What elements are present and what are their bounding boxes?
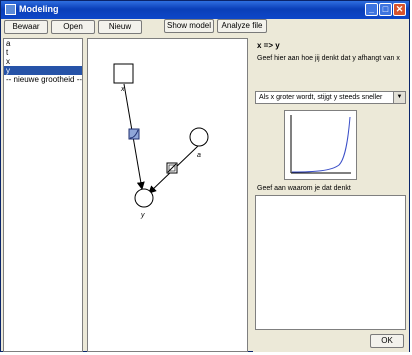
relation-question: Geef hier aan hoe jij denkt dat y afhang… [257,55,400,62]
relation-icon-a-y[interactable] [166,162,178,174]
app-window: Modeling _ □ ✕ Bewaar Open Nieuw Show mo… [0,0,410,352]
ok-button[interactable]: OK [370,334,404,348]
list-item-a[interactable]: a [4,39,82,48]
title-bar: Modeling _ □ ✕ [1,1,409,19]
new-button[interactable]: Nieuw [98,20,142,34]
minimize-button[interactable]: _ [365,3,378,16]
relation-title: x => y [257,41,280,50]
node-x-box[interactable] [113,63,134,84]
quantity-list[interactable]: a t x y -- nieuwe grootheid -- [3,38,83,352]
list-item-t[interactable]: t [4,48,82,57]
app-icon [5,4,16,15]
relation-panel: x => y Geef hier aan hoe jij denkt dat y… [253,38,409,352]
save-button[interactable]: Bewaar [4,20,48,34]
list-item-new-quantity[interactable]: -- nieuwe grootheid -- [4,75,82,84]
analyze-file-button[interactable]: Analyze file [217,19,267,33]
node-a-label: a [197,152,201,159]
model-canvas[interactable]: x a y [87,38,248,352]
open-button[interactable]: Open [51,20,95,34]
relation-graph [284,110,357,180]
show-model-button[interactable]: Show model [164,19,214,33]
node-y-circle[interactable] [134,188,154,208]
node-a-circle[interactable] [189,127,209,147]
list-item-x[interactable]: x [4,57,82,66]
node-x-label: x [120,86,125,93]
close-button[interactable]: ✕ [393,3,406,16]
growth-curve [291,116,351,173]
node-y-label: y [140,212,145,219]
list-item-y[interactable]: y [4,66,82,75]
relation-type-value: Als x groter wordt, stijgt y steeds snel… [259,94,383,101]
explanation-label: Geef aan waarom je dat denkt [257,185,351,192]
relation-type-dropdown[interactable]: Als x groter wordt, stijgt y steeds snel… [255,91,406,104]
relation-icon-x-y[interactable] [128,128,140,140]
chevron-down-icon[interactable]: ▼ [393,92,405,103]
relation-graph-plot [290,115,351,174]
window-title: Modeling [19,4,59,14]
maximize-button[interactable]: □ [379,3,392,16]
explanation-textarea[interactable] [255,195,406,330]
model-diagram: x a y [113,63,209,219]
